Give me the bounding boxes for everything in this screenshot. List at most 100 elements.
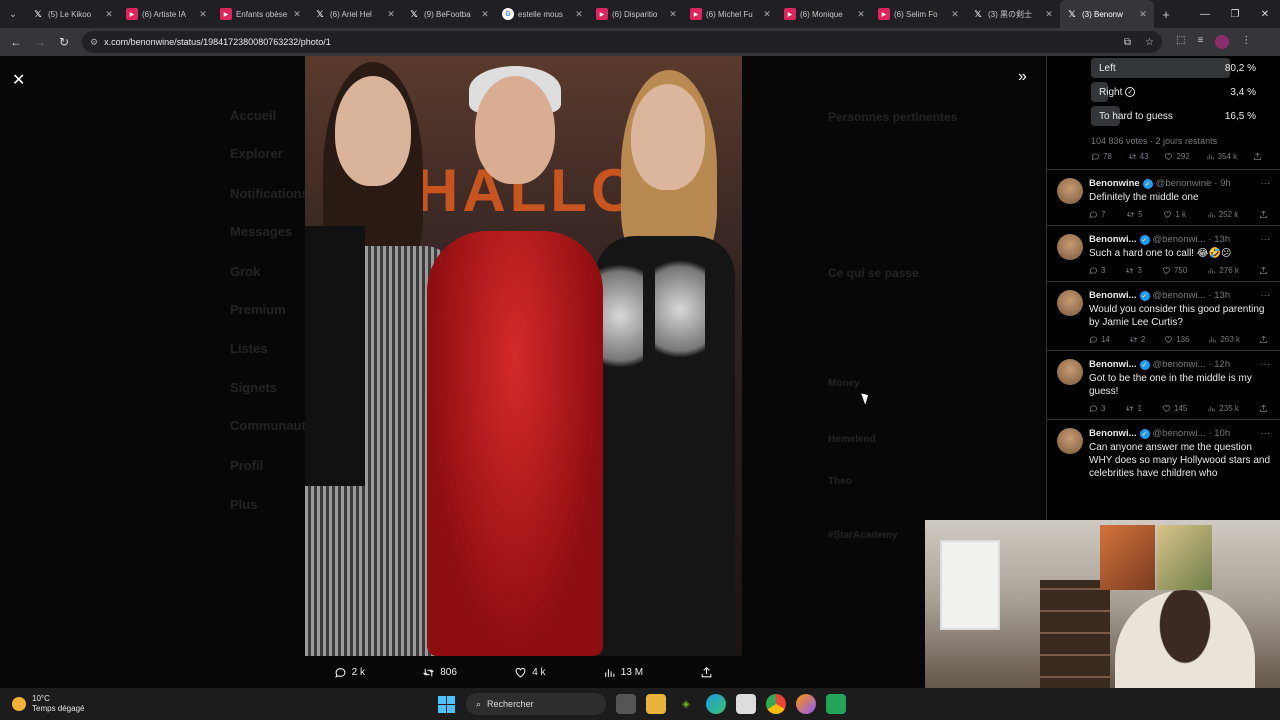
extensions-icon[interactable]: ⬚ <box>1176 35 1185 49</box>
url-text[interactable]: x.com/benonwine/status/19841723800807632… <box>104 37 1118 47</box>
tab-close-icon[interactable]: ✕ <box>762 9 772 20</box>
retweets-stat[interactable]: 1 <box>1125 404 1142 413</box>
tweet-photo[interactable]: HALLOW <box>305 56 742 656</box>
start-button[interactable] <box>436 694 456 714</box>
minimize-icon[interactable]: — <box>1190 9 1220 20</box>
reply-tweet[interactable]: Benonwi... ✓ @benonwi... · 13h ··· Such … <box>1047 225 1280 281</box>
tab-close-icon[interactable]: ✕ <box>856 9 866 20</box>
author-handle[interactable]: @benonwi... <box>1153 234 1206 245</box>
browser-tab[interactable]: 𝕏 (3) 黒の剣士 ✕ <box>966 0 1060 28</box>
reply-tweet[interactable]: Benonwi... ✓ @benonwi... · 10h ··· Can a… <box>1047 419 1280 486</box>
share-stat[interactable] <box>1253 152 1262 161</box>
views-stat[interactable]: 276 k <box>1207 266 1239 275</box>
share-button[interactable] <box>700 666 713 679</box>
likes-stat[interactable]: 145 <box>1162 404 1187 413</box>
views-stat[interactable]: 354 k <box>1206 152 1237 161</box>
more-options-icon[interactable]: ··· <box>1261 178 1271 189</box>
browser-tab[interactable]: ▶ (6) Selim Fo ✕ <box>872 0 966 28</box>
tab-close-icon[interactable]: ✕ <box>950 9 960 20</box>
close-window-icon[interactable]: ✕ <box>1250 9 1280 20</box>
browser-tab[interactable]: ▶ (6) Artiste IA ✕ <box>120 0 214 28</box>
author-name[interactable]: Benonwi... <box>1089 428 1137 439</box>
author-handle[interactable]: @benonwi... <box>1153 428 1206 439</box>
author-name[interactable]: Benonwine <box>1089 178 1140 189</box>
restore-icon[interactable]: ❐ <box>1220 9 1250 20</box>
avatar[interactable] <box>1057 234 1083 260</box>
reload-icon[interactable]: ↻ <box>52 35 76 49</box>
profile-avatar[interactable] <box>1215 35 1230 49</box>
retweets-stat[interactable]: 43 <box>1128 152 1149 161</box>
new-tab-button[interactable]: + <box>1154 7 1178 22</box>
like-button[interactable]: 4 k <box>514 666 546 679</box>
site-info-icon[interactable]: ⚙ <box>90 37 98 48</box>
reply-tweet[interactable]: Benonwi... ✓ @benonwi... · 12h ··· Got t… <box>1047 350 1280 419</box>
browser-tab[interactable]: ▶ Enfants obèse ✕ <box>214 0 308 28</box>
media-controls-icon[interactable]: ≡ <box>1197 35 1203 49</box>
weather-widget[interactable]: 10°C Temps dégagé <box>0 694 200 714</box>
browser-tab[interactable]: 𝕏 (6) Ariel Hel ✕ <box>308 0 402 28</box>
forward-icon[interactable]: → <box>28 35 52 49</box>
tab-close-icon[interactable]: ✕ <box>292 9 302 20</box>
likes-stat[interactable]: 292 <box>1164 152 1190 161</box>
tweet-time[interactable]: · 10h <box>1208 428 1230 439</box>
task-view-icon[interactable] <box>616 694 636 714</box>
taskbar-search[interactable]: ⌕ Rechercher <box>466 693 606 715</box>
views-stat[interactable]: 235 k <box>1207 404 1239 413</box>
tab-close-icon[interactable]: ✕ <box>1138 9 1148 20</box>
replies-stat[interactable]: 78 <box>1091 152 1112 161</box>
tab-close-icon[interactable]: ✕ <box>668 9 678 20</box>
share-stat[interactable] <box>1259 210 1268 219</box>
discord-like-icon[interactable] <box>826 694 846 714</box>
tab-close-icon[interactable]: ✕ <box>198 9 208 20</box>
tab-close-icon[interactable]: ✕ <box>574 9 584 20</box>
menu-kebab-icon[interactable]: ⋮ <box>1241 35 1251 49</box>
tweet-time[interactable]: · 12h <box>1208 359 1230 370</box>
browser-tab[interactable]: 𝕏 (3) Benonw ✕ <box>1060 0 1154 28</box>
store-icon[interactable] <box>736 694 756 714</box>
more-options-icon[interactable]: ··· <box>1261 359 1271 370</box>
likes-stat[interactable]: 750 <box>1162 266 1187 275</box>
tab-close-icon[interactable]: ✕ <box>480 9 490 20</box>
author-handle[interactable]: @benonwi... <box>1153 290 1206 301</box>
more-options-icon[interactable]: ··· <box>1261 428 1271 439</box>
tweet-time[interactable]: · 9h <box>1214 178 1230 189</box>
views-button[interactable]: 13 M <box>603 666 643 679</box>
edge-icon[interactable] <box>706 694 726 714</box>
bookmark-star-icon[interactable]: ☆ <box>1145 37 1154 48</box>
browser-tab[interactable]: Gestelle mous ✕ <box>496 0 590 28</box>
author-handle[interactable]: @benonwi... <box>1153 359 1206 370</box>
browser-tab[interactable]: 𝕏 (5) Le Kikoo ✕ <box>26 0 120 28</box>
share-stat[interactable] <box>1259 404 1268 413</box>
likes-stat[interactable]: 136 <box>1164 335 1190 344</box>
more-options-icon[interactable]: ··· <box>1261 290 1271 301</box>
retweets-stat[interactable]: 2 <box>1129 335 1145 344</box>
replies-stat[interactable]: 3 <box>1089 266 1105 275</box>
chrome-icon[interactable] <box>766 694 786 714</box>
likes-stat[interactable]: 1 k <box>1163 210 1186 219</box>
retweet-button[interactable]: 806 <box>422 666 457 679</box>
reply-tweet[interactable]: Benonwi... ✓ @benonwi... · 13h ··· Would… <box>1047 281 1280 350</box>
tweet-time[interactable]: · 13h <box>1208 234 1230 245</box>
replies-stat[interactable]: 3 <box>1089 404 1105 413</box>
avatar[interactable] <box>1057 359 1083 385</box>
retweets-stat[interactable]: 5 <box>1126 210 1143 219</box>
more-options-icon[interactable]: ··· <box>1261 234 1271 245</box>
browser-tab[interactable]: ▶ (6) Disparitio ✕ <box>590 0 684 28</box>
avatar[interactable] <box>1057 428 1083 454</box>
avatar[interactable] <box>1057 178 1083 204</box>
browser-tab[interactable]: 𝕏 (9) BeFootba ✕ <box>402 0 496 28</box>
tab-close-icon[interactable]: ✕ <box>104 9 114 20</box>
close-viewer-icon[interactable]: ✕ <box>12 70 25 90</box>
tweet-time[interactable]: · 13h <box>1208 290 1230 301</box>
views-stat[interactable]: 252 k <box>1207 210 1238 219</box>
reply-tweet[interactable]: Benonwine ✓ @benonwine · 9h ··· Definite… <box>1047 169 1280 225</box>
author-name[interactable]: Benonwi... <box>1089 234 1137 245</box>
replies-stat[interactable]: 7 <box>1089 210 1105 219</box>
share-stat[interactable] <box>1259 335 1268 344</box>
browser-tab[interactable]: ▶ (6) Monique ✕ <box>778 0 872 28</box>
author-name[interactable]: Benonwi... <box>1089 359 1137 370</box>
views-stat[interactable]: 263 k <box>1208 335 1240 344</box>
retweets-stat[interactable]: 3 <box>1125 266 1142 275</box>
tab-close-icon[interactable]: ✕ <box>1044 9 1054 20</box>
author-name[interactable]: Benonwi... <box>1089 290 1137 301</box>
